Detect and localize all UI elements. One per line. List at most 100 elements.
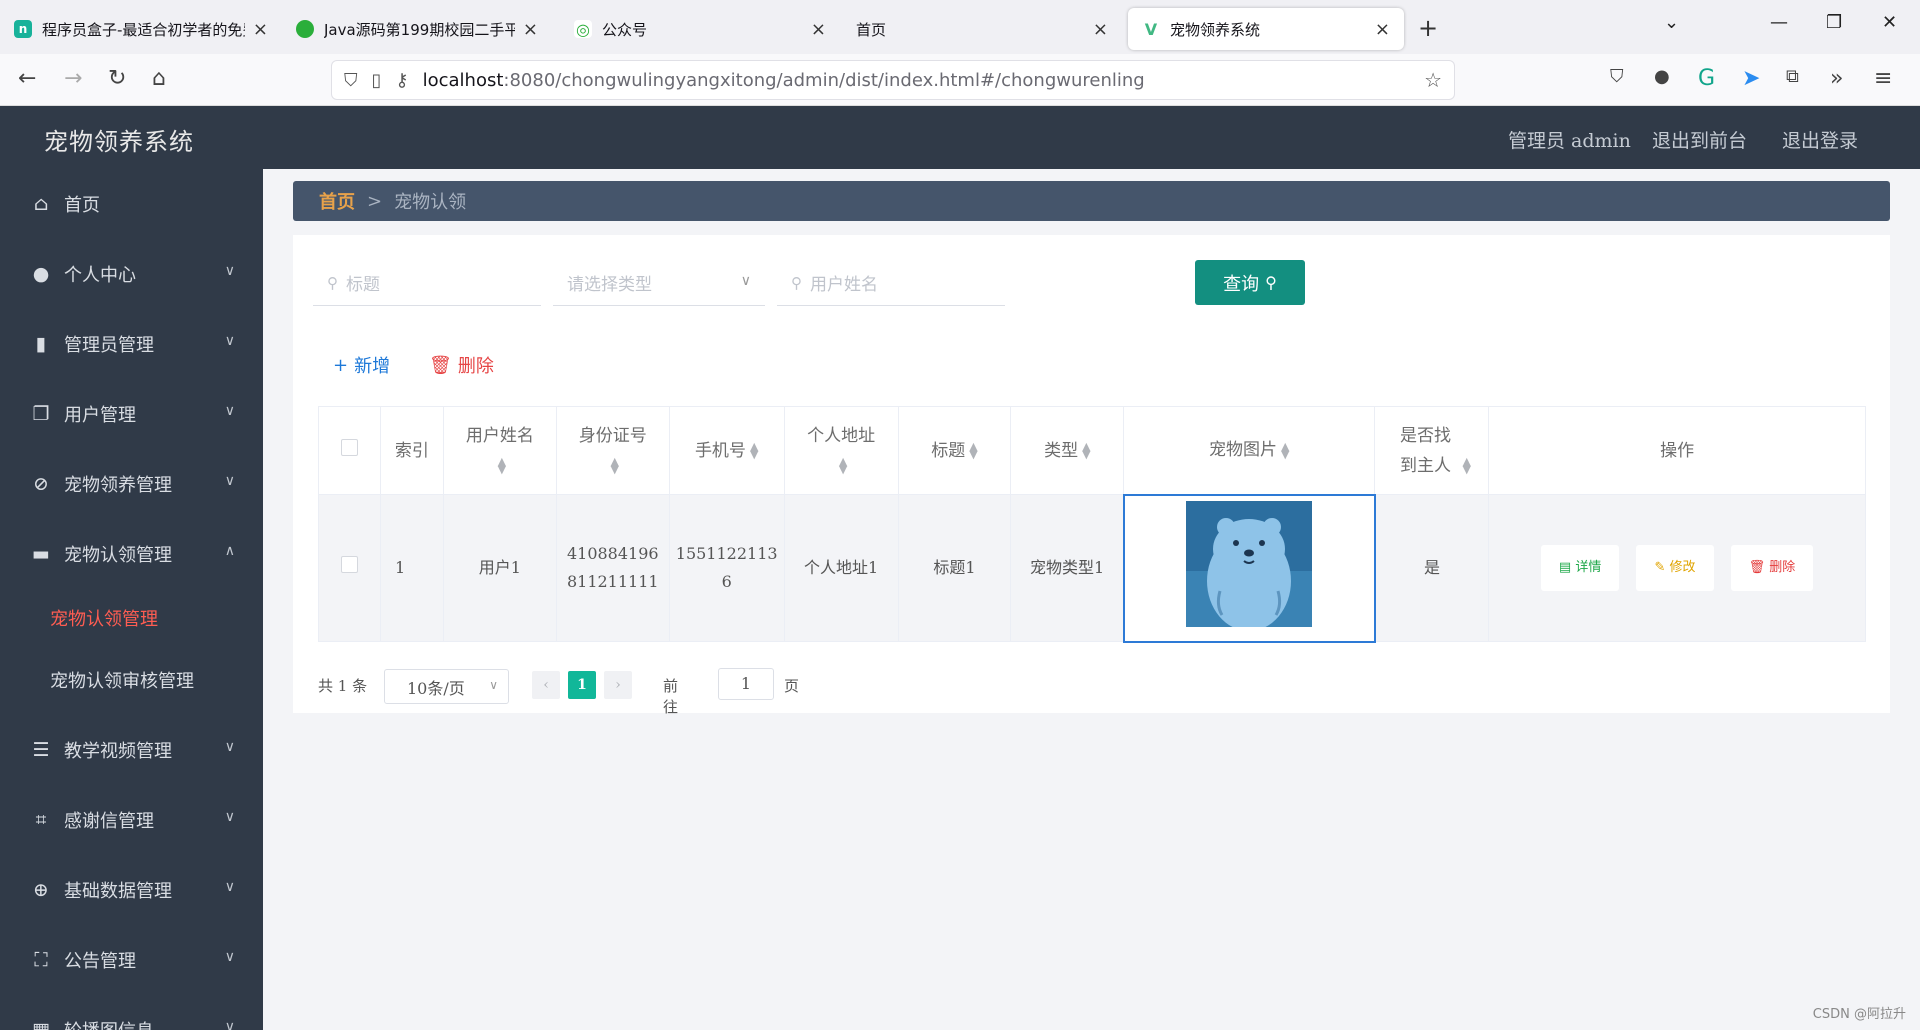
browser-tab-2[interactable]: Java源码第199期校园二手平台 ×: [282, 8, 552, 50]
next-page-button[interactable]: ›: [604, 671, 632, 699]
close-tab-icon[interactable]: ×: [523, 19, 538, 40]
cell-address: 个人地址1: [783, 494, 899, 642]
prev-page-button[interactable]: ‹: [532, 671, 560, 699]
plus-icon: +: [333, 354, 349, 376]
sidebar-item-basic-data[interactable]: ⊕ 基础数据管理 ∨: [0, 865, 263, 915]
forward-icon[interactable]: →: [64, 66, 82, 91]
col-label: 类型: [1044, 440, 1079, 461]
home-nav-icon[interactable]: ⌂: [152, 66, 166, 91]
select-all-checkbox[interactable]: [340, 438, 358, 456]
logout-link[interactable]: 退出登录: [1782, 126, 1858, 153]
page-size-select[interactable]: 10条/页 ∨: [384, 669, 509, 704]
sidebar-subitem-pet-claim-management[interactable]: 宠物认领管理: [0, 593, 263, 643]
minimize-icon[interactable]: —: [1770, 12, 1788, 33]
col-title[interactable]: 标题 ▲ ▼: [897, 406, 1012, 495]
target-icon: ⊕: [33, 879, 49, 901]
add-button[interactable]: + 新增: [333, 345, 390, 385]
bookmark-star-icon[interactable]: ☆: [1424, 68, 1442, 92]
breadcrumb-home[interactable]: 首页: [319, 188, 355, 214]
browser-tab-5-active[interactable]: V 宠物领养系统 ×: [1128, 8, 1404, 50]
sort-icon[interactable]: ▲ ▼: [498, 456, 506, 475]
sidebar-item-label: 基础数据管理: [64, 881, 172, 902]
query-button[interactable]: 查询 ⚲: [1195, 260, 1305, 305]
shield-icon[interactable]: ⛉: [344, 70, 358, 91]
key-icon[interactable]: ⚷: [395, 70, 408, 91]
sidebar-subitem-pet-claim-review[interactable]: 宠物认领审核管理: [0, 655, 263, 705]
browser-tab-1[interactable]: n 程序员盒子-最适合初学者的免费 ×: [0, 8, 282, 50]
col-found-owner[interactable]: 是否找到主人 ▲ ▼: [1374, 406, 1490, 495]
extension-avatar-icon[interactable]: ●: [1654, 66, 1670, 87]
sort-icon[interactable]: ▲ ▼: [750, 441, 758, 460]
mic-icon: ▮: [35, 333, 47, 355]
sort-icon[interactable]: ▲ ▼: [611, 456, 619, 475]
sort-icon[interactable]: ▲ ▼: [1281, 441, 1289, 460]
favicon-icon: n: [14, 20, 32, 38]
title-search-input[interactable]: ⚲ 标题: [313, 260, 541, 306]
sidebar-item-carousel[interactable]: ▦ 轮播图信息 ∨: [0, 1005, 263, 1030]
extensions-icon[interactable]: ⧉: [1786, 66, 1799, 87]
sidebar-item-home[interactable]: ⌂ 首页: [0, 179, 263, 229]
close-tab-icon[interactable]: ×: [1375, 19, 1390, 40]
sort-icon[interactable]: ▲ ▼: [1462, 456, 1470, 475]
chevron-down-icon: ∨: [224, 333, 235, 349]
sidebar-item-teaching-video[interactable]: ☰ 教学视频管理 ∨: [0, 725, 263, 775]
goto-page-input[interactable]: 1: [718, 668, 774, 700]
sidebar-item-label: 管理员管理: [64, 335, 154, 356]
col-address[interactable]: 个人地址 ▲ ▼: [783, 406, 899, 495]
sidebar-item-label: 首页: [64, 195, 100, 216]
overflow-chevron-icon[interactable]: »: [1830, 66, 1843, 91]
type-select[interactable]: 请选择类型 ∨: [553, 260, 765, 306]
col-username[interactable]: 用户姓名 ▲ ▼: [442, 406, 557, 495]
sidebar-item-pet-claim[interactable]: ▬ 宠物认领管理 ∧: [0, 529, 263, 579]
sidebar-item-admin-management[interactable]: ▮ 管理员管理 ∨: [0, 319, 263, 369]
page-word: 页: [784, 677, 800, 695]
sidebar-item-personal-center[interactable]: ● 个人中心 ∨: [0, 249, 263, 299]
close-tab-icon[interactable]: ×: [1093, 19, 1108, 40]
menu-icon[interactable]: ≡: [1874, 66, 1892, 91]
cursor-extension-icon[interactable]: ➤: [1742, 66, 1760, 91]
browser-tab-3[interactable]: ◎ 公众号 ×: [560, 8, 840, 50]
page-number-current[interactable]: 1: [568, 671, 596, 699]
sidebar-item-pet-adoption[interactable]: ⊘ 宠物领养管理 ∨: [0, 459, 263, 509]
col-id-number[interactable]: 身份证号 ▲ ▼: [555, 406, 670, 495]
grammarly-icon[interactable]: G: [1698, 66, 1715, 91]
delete-row-button[interactable]: 🗑 删除: [1730, 545, 1814, 591]
crop-icon: ⌗: [35, 809, 47, 831]
content-panel: ⚲ 标题 请选择类型 ∨ ⚲ 用户姓名 查询 ⚲ + 新增 🗑 删除 索引 用户…: [293, 235, 1890, 716]
new-tab-button[interactable]: +: [1418, 14, 1438, 42]
address-bar[interactable]: ⛉ ▯ ⚷ localhost:8080/chongwulingyangxito…: [332, 61, 1454, 99]
app-header: 宠物领养系统 管理员 admin 退出到前台 退出登录: [0, 106, 1920, 169]
frame-icon: ⛶: [34, 949, 48, 971]
sidebar-item-announcement[interactable]: ⛶ 公告管理 ∨: [0, 935, 263, 985]
sort-icon[interactable]: ▲ ▼: [1082, 441, 1090, 460]
tab-list-chevron-icon[interactable]: ⌄: [1664, 12, 1679, 33]
col-type[interactable]: 类型 ▲ ▼: [1010, 406, 1125, 495]
user-icon: ●: [32, 263, 50, 285]
admin-user-link[interactable]: 管理员 admin: [1508, 126, 1631, 153]
username-search-input[interactable]: ⚲ 用户姓名: [777, 260, 1005, 306]
row-checkbox[interactable]: [340, 556, 358, 573]
sort-icon[interactable]: ▲ ▼: [969, 441, 977, 460]
batch-delete-button[interactable]: 🗑 删除: [429, 345, 494, 385]
close-window-icon[interactable]: ✕: [1882, 12, 1897, 33]
sidebar-item-thank-you-letter[interactable]: ⌗ 感谢信管理 ∨: [0, 795, 263, 845]
pet-bear-image[interactable]: [1186, 500, 1313, 627]
exit-to-frontend-link[interactable]: 退出到前台: [1652, 126, 1747, 153]
detail-button[interactable]: ▤ 详情: [1540, 545, 1620, 591]
cell-username: 用户1: [442, 494, 557, 642]
reload-icon[interactable]: ↻: [108, 66, 126, 91]
browser-tab-4[interactable]: 首页 ×: [840, 8, 1122, 50]
restore-icon[interactable]: ❐: [1826, 12, 1842, 33]
sidebar-item-user-management[interactable]: ❐ 用户管理 ∨: [0, 389, 263, 439]
close-tab-icon[interactable]: ×: [811, 19, 826, 40]
close-tab-icon[interactable]: ×: [253, 19, 268, 40]
edit-button[interactable]: ✎ 修改: [1636, 545, 1714, 591]
list-icon: ☰: [32, 739, 50, 761]
col-pet-image[interactable]: 宠物图片 ▲ ▼: [1123, 406, 1376, 495]
back-icon[interactable]: ←: [18, 66, 36, 91]
pocket-icon[interactable]: ⛉: [1610, 66, 1624, 87]
cell-pet-image[interactable]: [1122, 493, 1376, 643]
tab-title: 程序员盒子-最适合初学者的免费: [42, 20, 245, 39]
sort-icon[interactable]: ▲ ▼: [839, 456, 847, 475]
col-phone[interactable]: 手机号 ▲ ▼: [668, 406, 785, 495]
